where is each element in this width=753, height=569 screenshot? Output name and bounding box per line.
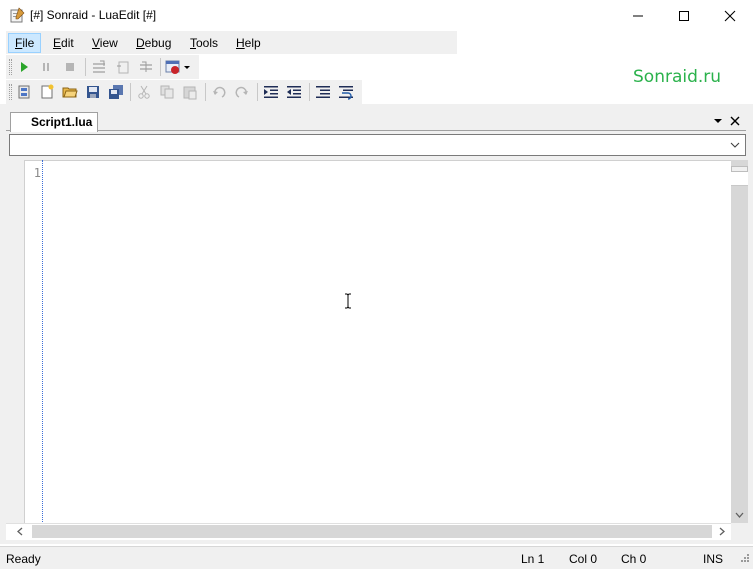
menu-edit-label: dit bbox=[61, 36, 74, 50]
step-out-icon[interactable] bbox=[138, 59, 154, 75]
title-bar: [#] Sonraid - LuaEdit [#] bbox=[0, 0, 753, 31]
toolbar-separator bbox=[257, 83, 258, 101]
step-over-icon[interactable] bbox=[115, 59, 131, 75]
menu-view-label: iew bbox=[99, 36, 118, 50]
luaedit-app-icon[interactable] bbox=[9, 7, 25, 23]
toolbar-separator bbox=[85, 58, 86, 76]
function-select[interactable] bbox=[9, 134, 746, 156]
comment-icon[interactable] bbox=[315, 84, 331, 100]
stop-icon[interactable] bbox=[62, 59, 78, 75]
redo-icon[interactable] bbox=[234, 84, 250, 100]
text-cursor-icon bbox=[345, 293, 351, 309]
tab-list-button[interactable] bbox=[711, 114, 725, 128]
gutter-divider bbox=[42, 160, 43, 524]
status-line: Ln 1 bbox=[521, 552, 545, 566]
toolbar-separator bbox=[130, 83, 131, 101]
new-file-icon[interactable] bbox=[39, 84, 55, 100]
close-icon bbox=[724, 10, 736, 21]
toolbar-separator bbox=[309, 83, 310, 101]
save-icon[interactable] bbox=[85, 84, 101, 100]
status-column: Col 0 bbox=[569, 552, 598, 566]
indent-icon[interactable] bbox=[263, 84, 279, 100]
minimize-icon bbox=[633, 15, 643, 16]
step-into-icon[interactable] bbox=[91, 59, 107, 75]
close-tab-button[interactable] bbox=[728, 114, 742, 128]
vertical-scrollbar-track-top bbox=[731, 172, 748, 186]
close-button[interactable] bbox=[707, 0, 753, 31]
debug-toolbar bbox=[6, 55, 199, 79]
menu-help-label: elp bbox=[244, 36, 261, 50]
brand-watermark: Sonraid.ru bbox=[633, 67, 722, 87]
open-icon[interactable] bbox=[62, 84, 78, 100]
window-title: [#] Sonraid - LuaEdit [#] bbox=[30, 8, 157, 22]
horizontal-scrollbar-track[interactable] bbox=[32, 525, 712, 538]
code-editor[interactable] bbox=[6, 160, 746, 524]
scroll-right-arrow-icon[interactable] bbox=[716, 526, 727, 537]
tab-strip bbox=[6, 108, 746, 131]
size-grip-icon[interactable] bbox=[738, 553, 750, 565]
menu-view-mnemonic: V bbox=[92, 36, 100, 50]
line-number: 1 bbox=[33, 166, 41, 180]
maximize-button[interactable] bbox=[661, 0, 707, 31]
run-icon[interactable] bbox=[16, 59, 32, 75]
save-all-icon[interactable] bbox=[108, 84, 124, 100]
status-bar: Ready Ln 1 Col 0 Ch 0 INS bbox=[0, 546, 753, 569]
status-char: Ch 0 bbox=[621, 552, 647, 566]
menu-file-label: ile bbox=[22, 36, 35, 50]
unindent-icon[interactable] bbox=[286, 84, 302, 100]
toolbar-grip[interactable] bbox=[9, 59, 12, 75]
standard-toolbar bbox=[6, 80, 362, 104]
status-insert-mode: INS bbox=[703, 552, 724, 566]
menu-debug-mnemonic: D bbox=[136, 36, 145, 50]
editor-gutter[interactable] bbox=[6, 160, 25, 524]
tab-script1[interactable]: Script1.lua bbox=[10, 112, 98, 132]
menu-help-mnemonic: H bbox=[236, 36, 245, 50]
scroll-down-arrow-icon[interactable] bbox=[734, 510, 745, 521]
minimize-button[interactable] bbox=[615, 0, 661, 31]
pause-icon[interactable] bbox=[38, 59, 54, 75]
scrollbar-corner bbox=[731, 523, 748, 540]
undo-icon[interactable] bbox=[211, 84, 227, 100]
menu-edit[interactable]: Edit bbox=[47, 33, 80, 53]
copy-icon[interactable] bbox=[159, 84, 175, 100]
menu-edit-mnemonic: E bbox=[53, 36, 62, 50]
menu-tools[interactable]: Tools bbox=[184, 33, 224, 53]
chevron-down-icon bbox=[714, 119, 722, 123]
maximize-icon bbox=[679, 10, 689, 21]
menu-debug[interactable]: Debug bbox=[130, 33, 177, 53]
menu-debug-label: ebug bbox=[144, 36, 172, 50]
toolbar-separator bbox=[160, 58, 161, 76]
paste-icon[interactable] bbox=[182, 84, 198, 100]
cut-icon[interactable] bbox=[136, 84, 152, 100]
close-icon bbox=[730, 116, 740, 126]
breakpoint-dropdown-icon[interactable] bbox=[165, 59, 181, 75]
status-message: Ready bbox=[6, 552, 41, 566]
menu-file[interactable]: File bbox=[8, 33, 42, 53]
chevron-down-icon[interactable] bbox=[182, 59, 192, 75]
uncomment-icon[interactable] bbox=[338, 84, 354, 100]
menu-view[interactable]: View bbox=[86, 33, 124, 53]
menu-tools-label: ools bbox=[196, 36, 219, 50]
toolbar-grip[interactable] bbox=[9, 84, 12, 100]
menu-bar: File Edit View Debug Tools Help bbox=[6, 31, 457, 54]
new-project-icon[interactable] bbox=[16, 84, 32, 100]
toolbar-separator bbox=[205, 83, 206, 101]
vertical-scrollbar[interactable] bbox=[731, 160, 748, 524]
menu-help[interactable]: Help bbox=[230, 33, 267, 53]
scroll-left-arrow-icon[interactable] bbox=[15, 526, 26, 537]
chevron-down-icon[interactable] bbox=[728, 138, 742, 152]
